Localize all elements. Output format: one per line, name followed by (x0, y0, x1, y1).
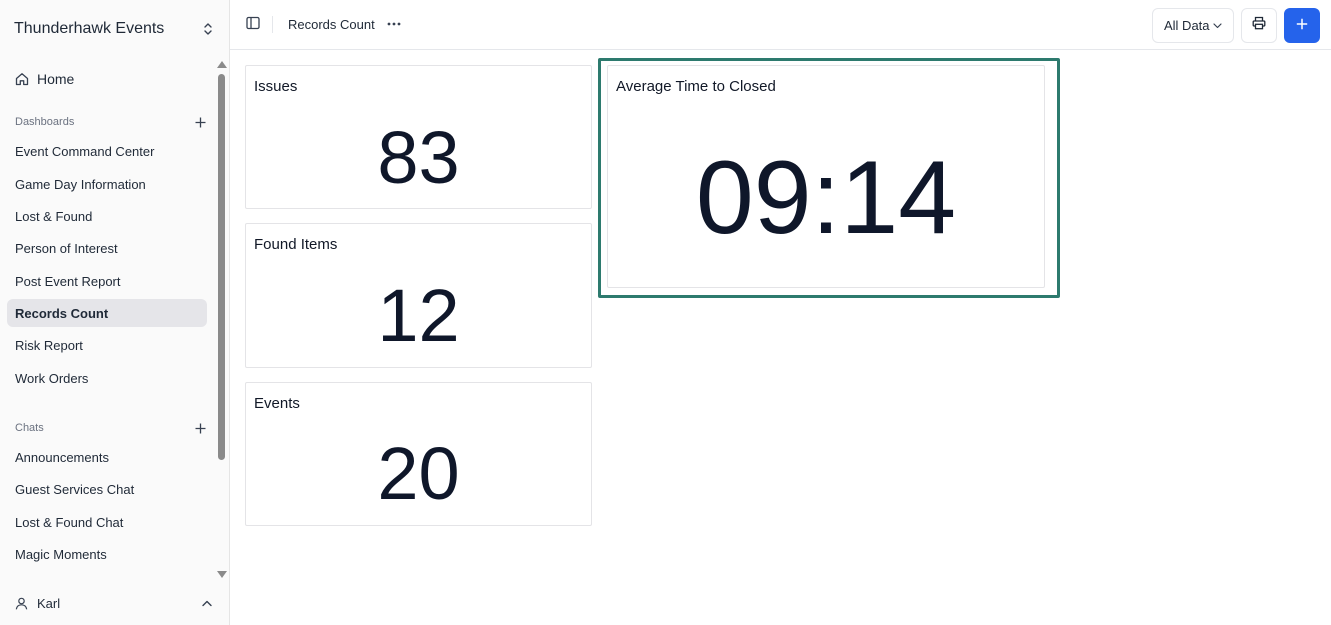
sidebar: Thunderhawk Events Home Dashboards Event… (0, 0, 230, 625)
user-menu[interactable]: Karl (0, 588, 229, 618)
card-title: Average Time to Closed (616, 78, 776, 95)
add-chat-icon[interactable] (193, 421, 207, 435)
sidebar-item-work-orders[interactable]: Work Orders (7, 364, 207, 392)
home-icon (15, 72, 30, 87)
user-icon (15, 596, 29, 610)
sidebar-item-lost-and-found-chat[interactable]: Lost & Found Chat (7, 508, 207, 536)
sidebar-item-label: Event Command Center (15, 143, 155, 159)
sidebar-item-label: Game Day Information (15, 176, 146, 192)
found-items-card[interactable]: Found Items 12 (245, 223, 592, 368)
sidebar-item-label: Person of Interest (15, 240, 118, 256)
chevron-up-icon (202, 597, 214, 609)
chats-section-header: Chats (15, 418, 207, 438)
card-value: 83 (377, 116, 460, 199)
workspace-name: Thunderhawk Events (14, 20, 165, 37)
toggle-sidebar-icon[interactable] (246, 16, 262, 32)
print-button[interactable] (1241, 8, 1277, 43)
sidebar-item-guest-services-chat[interactable]: Guest Services Chat (7, 475, 207, 503)
sidebar-nav: Home Dashboards Event Command Center Gam… (0, 60, 215, 580)
toolbar-divider (272, 16, 273, 33)
scroll-thumb[interactable] (218, 74, 225, 460)
sidebar-item-magic-moments[interactable]: Magic Moments (7, 540, 207, 568)
card-value: 12 (377, 274, 460, 357)
sidebar-item-label: Lost & Found (15, 208, 93, 224)
dashboards-label: Dashboards (15, 116, 75, 128)
plus-icon (1296, 17, 1308, 35)
more-options-icon[interactable] (386, 17, 402, 31)
chats-label: Chats (15, 422, 44, 434)
sidebar-item-label: Risk Report (15, 337, 83, 353)
sidebar-item-label: Magic Moments (15, 546, 107, 562)
issues-card[interactable]: Issues 83 (245, 65, 592, 209)
card-title: Found Items (254, 236, 338, 253)
sidebar-item-label: Guest Services Chat (15, 481, 135, 497)
workspace-switcher[interactable]: Thunderhawk Events (0, 0, 229, 58)
sidebar-item-lost-and-found[interactable]: Lost & Found (7, 202, 207, 230)
sidebar-item-label: Lost & Found Chat (15, 514, 124, 530)
sidebar-item-person-of-interest[interactable]: Person of Interest (7, 234, 207, 262)
data-filter-label: All Data (1164, 18, 1210, 33)
chevron-up-down-icon (201, 20, 215, 38)
page-title: Records Count (288, 17, 375, 32)
sidebar-item-label: Announcements (15, 449, 109, 465)
card-value: 09:14 (695, 140, 957, 256)
sidebar-item-risk-report[interactable]: Risk Report (7, 331, 207, 359)
sidebar-item-game-day-information[interactable]: Game Day Information (7, 170, 207, 198)
top-bar: Records Count All Data (230, 0, 1331, 50)
scroll-up-arrow-icon[interactable] (217, 61, 227, 68)
sidebar-item-label: Post Event Report (15, 273, 121, 289)
sidebar-scrollbar[interactable] (215, 58, 229, 583)
sidebar-item-home[interactable]: Home (7, 65, 207, 93)
printer-icon (1252, 16, 1266, 35)
sidebar-item-announcements[interactable]: Announcements (7, 443, 207, 471)
card-title: Events (254, 395, 300, 412)
scroll-down-arrow-icon[interactable] (217, 571, 227, 578)
dashboards-section-header: Dashboards (15, 112, 207, 132)
sidebar-item-records-count[interactable]: Records Count (7, 299, 207, 327)
add-button[interactable] (1284, 8, 1320, 43)
card-value: 20 (377, 432, 460, 515)
chevron-down-icon (1212, 21, 1223, 31)
data-filter-dropdown[interactable]: All Data (1152, 8, 1234, 43)
sidebar-item-post-event-report[interactable]: Post Event Report (7, 267, 207, 295)
card-title: Issues (254, 78, 298, 95)
sidebar-item-label: Work Orders (15, 370, 89, 386)
sidebar-item-label: Home (37, 71, 75, 87)
sidebar-item-label: Records Count (15, 305, 109, 321)
events-card[interactable]: Events 20 (245, 382, 592, 526)
add-dashboard-icon[interactable] (193, 115, 207, 129)
user-name: Karl (37, 595, 61, 611)
sidebar-item-event-command-center[interactable]: Event Command Center (7, 137, 207, 165)
average-time-card[interactable]: Average Time to Closed 09:14 (607, 65, 1045, 288)
